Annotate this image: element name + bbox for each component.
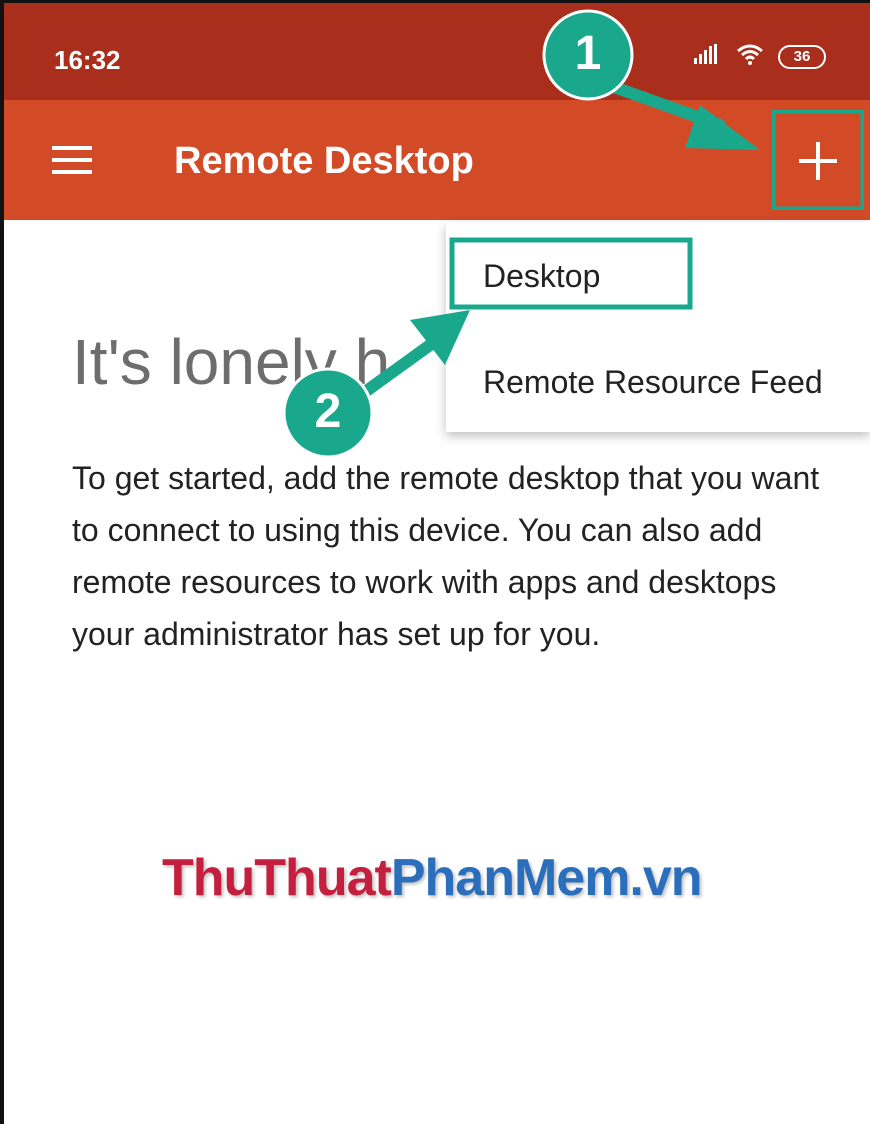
hamburger-menu-icon[interactable] (52, 142, 96, 178)
status-icons: 36 (694, 43, 826, 70)
app-bar: Remote Desktop (4, 100, 870, 220)
empty-state-body: To get started, add the remote desktop t… (72, 460, 820, 652)
step-2-label: 2 (314, 385, 342, 438)
plus-icon (799, 142, 837, 180)
wifi-icon (736, 43, 764, 70)
status-time: 16:32 (54, 45, 121, 75)
add-button[interactable] (771, 109, 865, 211)
signal-icon (694, 44, 722, 69)
watermark-blue-text: PhanMem.vn (390, 849, 703, 907)
step-1-label: 1 (574, 27, 602, 80)
menu-item-remote-resource-feed[interactable]: Remote Resource Feed (483, 364, 823, 401)
app-title: Remote Desktop (174, 140, 474, 182)
status-bar: 16:32 36 (4, 3, 870, 100)
battery-icon: 36 (778, 44, 826, 69)
menu-item-desktop[interactable]: Desktop (483, 258, 600, 295)
add-menu-dropdown: Desktop Remote Resource Feed (446, 222, 870, 432)
watermark-logo: ThuThuatPhanMem.vn (162, 848, 703, 908)
watermark-red-text: ThuThuat (162, 849, 392, 907)
